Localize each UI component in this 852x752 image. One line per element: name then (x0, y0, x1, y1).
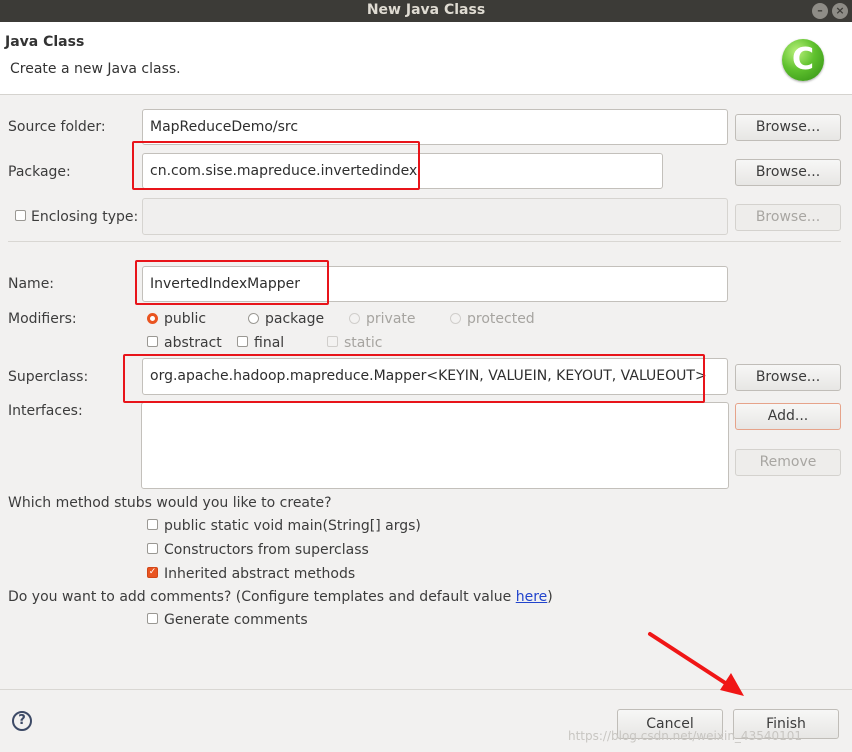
annotation-arrow-icon (648, 632, 744, 696)
